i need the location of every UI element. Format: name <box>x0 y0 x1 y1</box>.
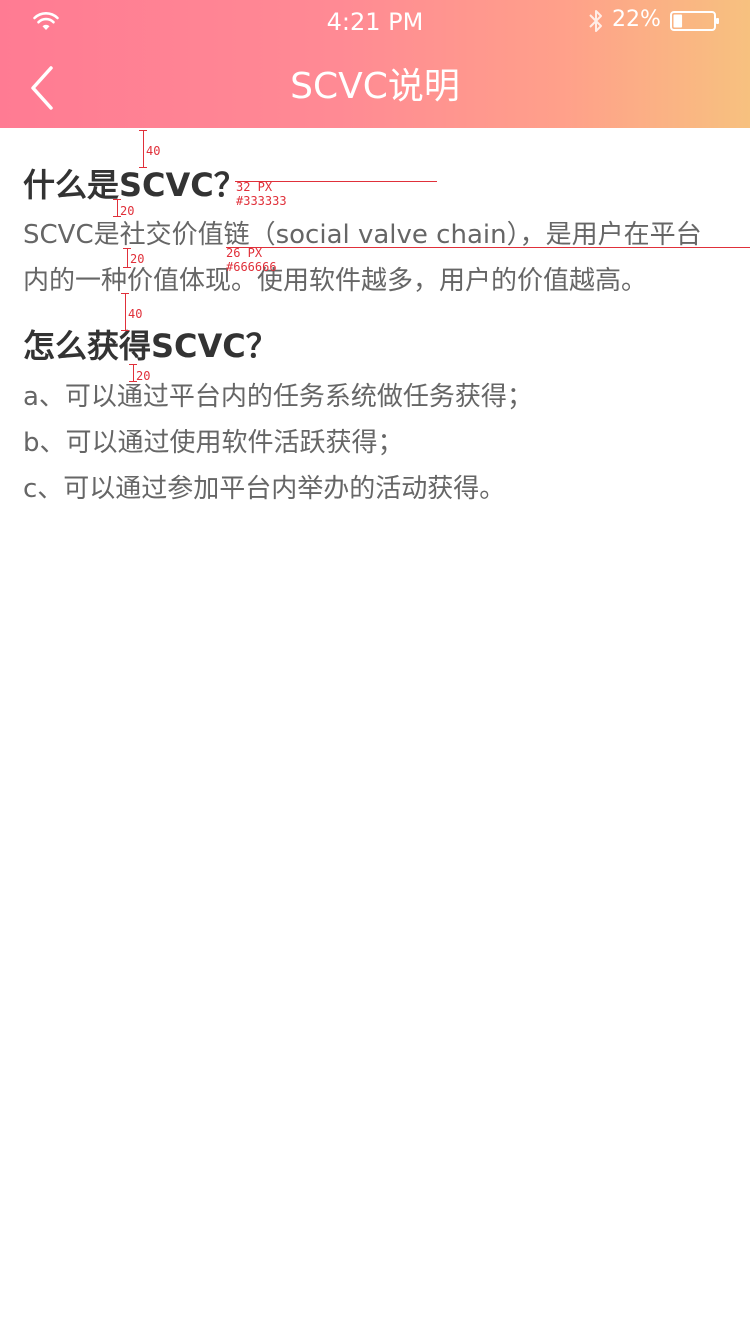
annotation-gap-top: 40 <box>146 144 161 158</box>
annotation-gap-heading-body: 20 <box>120 204 135 218</box>
annotation-gap-body-line: 20 <box>130 252 145 266</box>
annotation-body-size: 26 PX <box>226 246 263 260</box>
annotation-gap-section: 40 <box>128 307 143 321</box>
screen: 4:21 PM 22% SCVC说明 什么是SCVC？ SCVC是社交价值链（s… <box>0 0 750 1335</box>
annotation-body-color: #666666 <box>226 260 277 274</box>
annotation-gap-heading-list: 20 <box>136 369 151 383</box>
annotation-heading-color: #333333 <box>236 194 287 208</box>
annotation-heading-size: 32 PX <box>236 180 273 194</box>
design-annotations: 40 32 PX #333333 20 26 PX #666666 20 40 … <box>0 0 750 1335</box>
